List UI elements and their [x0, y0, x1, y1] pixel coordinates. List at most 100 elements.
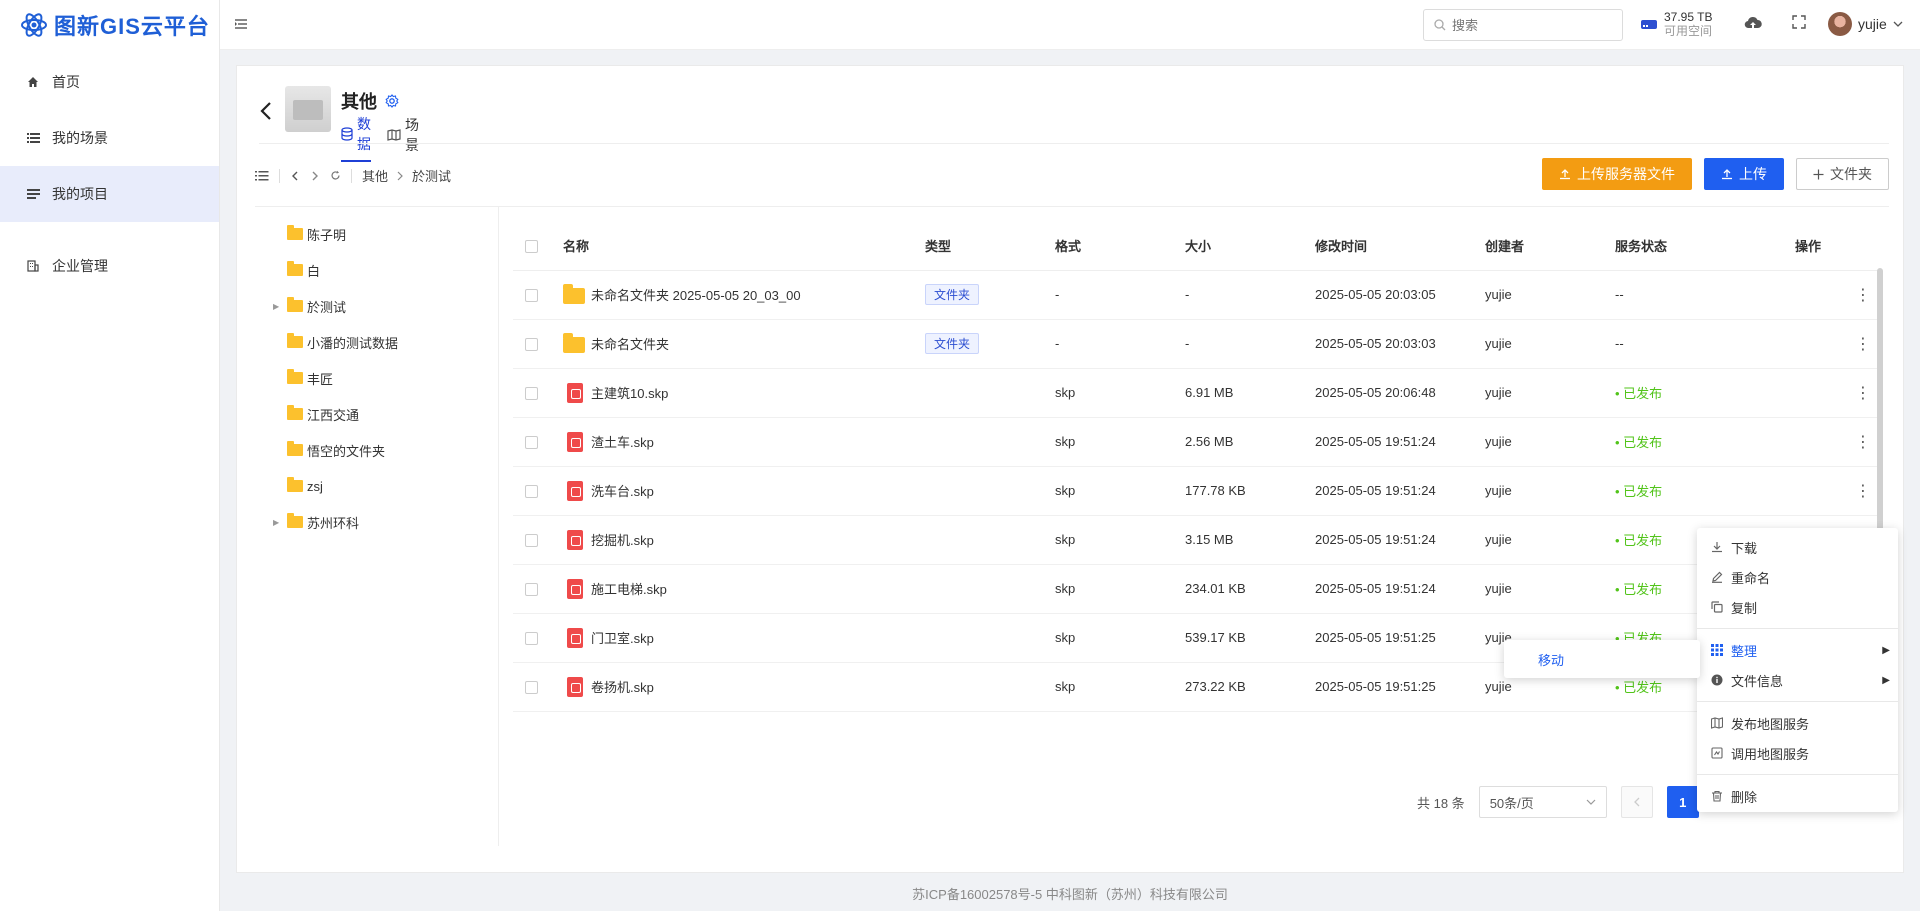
table-row[interactable]: 主建筑10.skp skp 6.91 MB 2025-05-05 20:06:4… — [513, 368, 1881, 418]
breadcrumb-item[interactable]: 於测试 — [412, 166, 451, 185]
nav-back-icon[interactable] — [290, 171, 300, 181]
row-checkbox[interactable] — [525, 436, 538, 450]
column-header[interactable]: 修改时间 — [1315, 222, 1485, 271]
table-row[interactable]: 活动板房办公室.skp skp 598.72 KB 2025-05-05 19:… — [513, 711, 1881, 712]
menu-item-delete[interactable]: 删除 — [1697, 781, 1898, 811]
table-row[interactable]: 未命名文件夹 文件夹 - - 2025-05-05 20:03:03 yujie… — [513, 319, 1881, 369]
file-name[interactable]: 挖掘机.skp — [591, 530, 654, 549]
file-name[interactable]: 未命名文件夹 — [591, 334, 669, 353]
file-name[interactable]: 门卫室.skp — [591, 628, 654, 647]
submenu-item-move[interactable]: 移动 — [1504, 640, 1700, 678]
caret-right-icon[interactable]: ▶ — [273, 518, 285, 527]
tree-item[interactable]: 丰匠 — [253, 360, 498, 396]
column-header[interactable]: 类型 — [925, 222, 1055, 271]
table-row[interactable]: 洗车台.skp skp 177.78 KB 2025-05-05 19:51:2… — [513, 466, 1881, 516]
app-logo[interactable]: 图新GIS云平台 — [0, 0, 219, 50]
menu-item-copy[interactable]: 复制 — [1697, 592, 1898, 622]
file-name[interactable]: 渣土车.skp — [591, 432, 654, 451]
download-icon — [1711, 541, 1723, 553]
file-name[interactable]: 洗车台.skp — [591, 481, 654, 500]
menu-item-organize[interactable]: 整理 ▶ — [1697, 635, 1898, 665]
tree-item[interactable]: ▶ 於测试 — [253, 288, 498, 324]
menu-toggle-icon[interactable] — [234, 17, 248, 31]
settings-gear-icon[interactable] — [385, 94, 399, 108]
tree-item[interactable]: 陈子明 — [253, 216, 498, 252]
select-all-checkbox[interactable] — [525, 240, 538, 254]
search-input[interactable] — [1452, 17, 1612, 33]
file-name[interactable]: 未命名文件夹 2025-05-05 20_03_00 — [591, 285, 801, 304]
row-checkbox[interactable] — [525, 681, 538, 695]
fullscreen-icon[interactable] — [1792, 15, 1806, 29]
menu-item-rename[interactable]: 重命名 — [1697, 562, 1898, 592]
tree-item[interactable]: zsj — [253, 468, 498, 504]
skp-file-icon — [567, 480, 583, 501]
modified-time: 2025-05-05 19:51:24 — [1315, 466, 1485, 516]
row-checkbox[interactable] — [525, 534, 538, 548]
tab-data[interactable]: 数据 — [341, 114, 371, 162]
row-checkbox[interactable] — [525, 583, 538, 597]
row-checkbox[interactable] — [525, 632, 538, 646]
refresh-icon[interactable] — [330, 170, 341, 181]
menu-item-call-map-service[interactable]: 调用地图服务 — [1697, 738, 1898, 768]
table-row[interactable]: 渣土车.skp skp 2.56 MB 2025-05-05 19:51:24 … — [513, 417, 1881, 467]
search-box[interactable] — [1423, 9, 1623, 41]
breadcrumb-item[interactable]: 其他 — [362, 166, 388, 185]
modified-time: 2025-05-05 19:51:24 — [1315, 417, 1485, 467]
upload-button[interactable]: 上传 — [1704, 158, 1784, 190]
top-header: 37.95 TB 可用空间 yujie — [220, 0, 1920, 50]
more-actions-icon[interactable]: ⋮ — [1795, 483, 1871, 500]
sidebar-item-enterprise[interactable]: 企业管理 — [0, 238, 219, 294]
back-button[interactable] — [259, 100, 273, 122]
page-size-select[interactable]: 50条/页 — [1478, 786, 1607, 818]
upload-server-file-button[interactable]: 上传服务器文件 — [1542, 158, 1692, 190]
column-header[interactable]: 格式 — [1055, 222, 1185, 271]
tree-item[interactable]: 小潘的测试数据 — [253, 324, 498, 360]
table-row[interactable]: 未命名文件夹 2025-05-05 20_03_00 文件夹 - - 2025-… — [513, 270, 1881, 320]
column-header[interactable]: 名称 — [563, 222, 925, 271]
table-row[interactable]: 挖掘机.skp skp 3.15 MB 2025-05-05 19:51:24 … — [513, 515, 1881, 565]
sidebar-item-home[interactable]: 首页 — [0, 54, 219, 110]
file-size: 539.17 KB — [1185, 613, 1315, 663]
prev-page-button[interactable] — [1620, 786, 1653, 818]
sidebar-item-projects[interactable]: 我的项目 — [0, 166, 219, 222]
file-size: - — [1185, 319, 1315, 369]
file-name[interactable]: 主建筑10.skp — [591, 383, 668, 402]
nav-forward-icon[interactable] — [310, 171, 320, 181]
row-checkbox[interactable] — [525, 485, 538, 499]
row-checkbox[interactable] — [525, 289, 538, 303]
tree-item[interactable]: 悟空的文件夹 — [253, 432, 498, 468]
sidebar-item-scenes[interactable]: 我的场景 — [0, 110, 219, 166]
trash-icon — [1711, 790, 1723, 802]
row-checkbox[interactable] — [525, 387, 538, 401]
more-actions-icon[interactable]: ⋮ — [1795, 385, 1871, 402]
file-name[interactable]: 卷扬机.skp — [591, 677, 654, 696]
tree-item[interactable]: 白 — [253, 252, 498, 288]
file-format: skp — [1055, 564, 1185, 614]
modified-time: 2025-05-05 19:51:25 — [1315, 662, 1485, 712]
column-header[interactable]: 创建者 — [1485, 222, 1615, 271]
column-header[interactable]: 大小 — [1185, 222, 1315, 271]
tab-scene[interactable]: 场景 — [387, 114, 419, 162]
new-folder-button[interactable]: 文件夹 — [1796, 158, 1889, 190]
grid-icon — [1711, 644, 1723, 656]
column-header[interactable]: 服务状态 — [1615, 222, 1795, 271]
more-actions-icon[interactable]: ⋮ — [1795, 336, 1871, 353]
table-scrollbar[interactable] — [1877, 268, 1883, 548]
skp-file-icon — [567, 431, 583, 452]
more-actions-icon[interactable]: ⋮ — [1795, 434, 1871, 451]
tree-toggle-icon[interactable] — [255, 170, 269, 182]
table-row[interactable]: 施工电梯.skp skp 234.01 KB 2025-05-05 19:51:… — [513, 564, 1881, 614]
file-name[interactable]: 施工电梯.skp — [591, 579, 667, 598]
menu-item-publish-map-service[interactable]: 发布地图服务 — [1697, 708, 1898, 738]
cloud-upload-icon[interactable] — [1744, 15, 1762, 31]
more-actions-icon[interactable]: ⋮ — [1795, 287, 1871, 304]
skp-file-icon — [567, 578, 583, 599]
page-number-current[interactable]: 1 — [1666, 786, 1699, 818]
menu-item-file-info[interactable]: 文件信息 ▶ — [1697, 665, 1898, 695]
caret-right-icon[interactable]: ▶ — [273, 302, 285, 311]
row-checkbox[interactable] — [525, 338, 538, 352]
menu-item-download[interactable]: 下载 — [1697, 532, 1898, 562]
tree-item[interactable]: ▶ 苏州环科 — [253, 504, 498, 540]
tree-item[interactable]: 江西交通 — [253, 396, 498, 432]
user-menu[interactable]: yujie — [1828, 12, 1903, 36]
